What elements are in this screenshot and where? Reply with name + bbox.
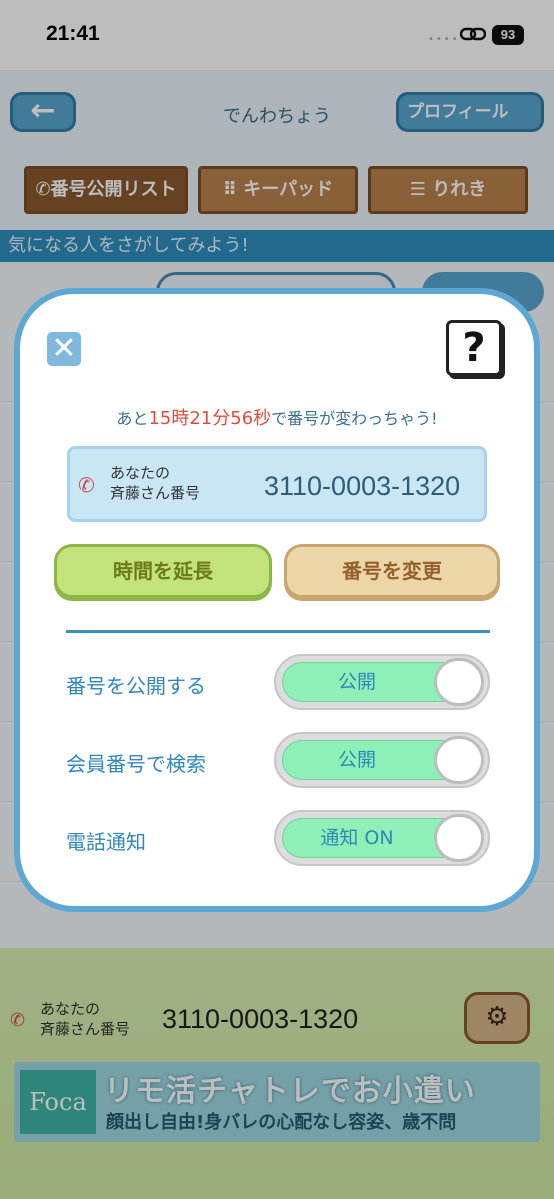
setting-label-search: 会員番号で検索 xyxy=(66,752,206,776)
toggle-knob xyxy=(434,814,484,862)
countdown-text: あと15時21分56秒で番号が変わっちゃう! xyxy=(0,404,554,430)
setting-label-publish: 番号を公開する xyxy=(66,674,206,698)
close-icon: ✕ xyxy=(51,331,77,366)
toggle-publish-number[interactable]: 公開 xyxy=(274,654,490,710)
toggle-call-notification[interactable]: 通知 ON xyxy=(274,810,490,866)
number-label: あなたの 斉藤さん番号 xyxy=(110,463,200,503)
countdown-suffix: で番号が変わっちゃう! xyxy=(271,409,438,428)
toggle-text: 公開 xyxy=(337,671,376,693)
toggle-text: 通知 ON xyxy=(320,827,394,849)
label-line: 斉藤さん番号 xyxy=(110,484,201,502)
change-number-button[interactable]: 番号を変更 xyxy=(284,544,500,598)
extend-time-button[interactable]: 時間を延長 xyxy=(54,544,272,598)
my-number-box: ✆ あなたの 斉藤さん番号 3110-0003-1320 xyxy=(67,446,487,522)
toggle-knob xyxy=(434,736,484,784)
toggle-knob xyxy=(434,658,484,706)
phone-number: 3110-0003-1320 xyxy=(264,471,461,501)
countdown-prefix: あと xyxy=(116,409,149,428)
phone-icon: ✆ xyxy=(78,473,95,497)
help-button[interactable]: ? xyxy=(446,320,502,376)
divider xyxy=(66,630,490,633)
toggle-text: 公開 xyxy=(337,749,376,771)
close-button[interactable]: ✕ xyxy=(47,332,81,366)
label-line: あなたの xyxy=(110,464,171,482)
countdown-time: 15時21分56秒 xyxy=(148,408,272,429)
toggle-member-search[interactable]: 公開 xyxy=(274,732,490,788)
setting-label-notification: 電話通知 xyxy=(66,830,146,854)
